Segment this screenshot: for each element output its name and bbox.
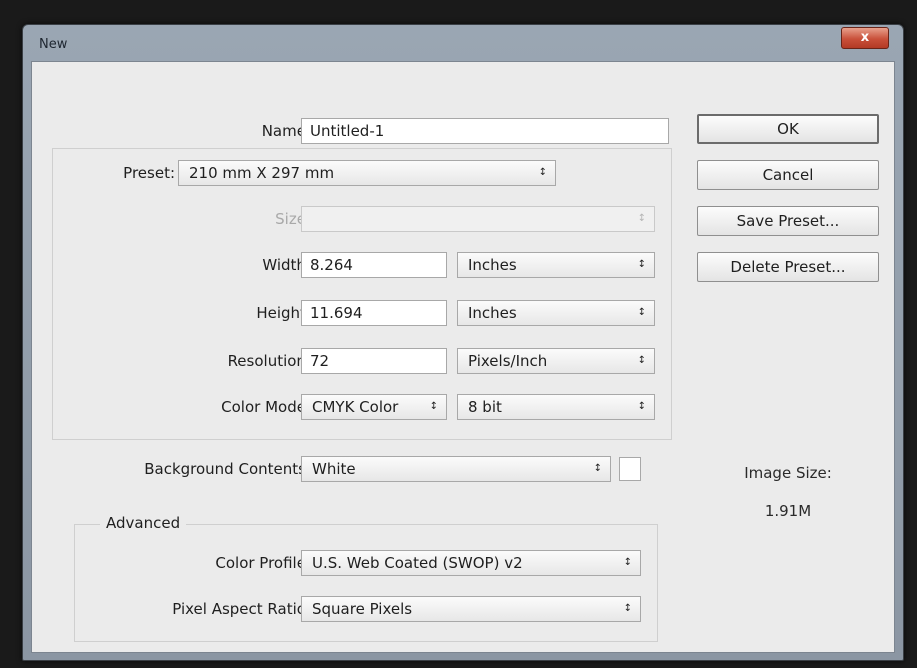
color-profile-value: U.S. Web Coated (SWOP) v2 <box>312 554 523 572</box>
height-field[interactable]: 11.694 <box>301 300 447 326</box>
close-button[interactable]: x <box>841 27 889 49</box>
resolution-unit-select[interactable]: Pixels/Inch ↕ <box>457 348 655 374</box>
pixel-aspect-ratio-select[interactable]: Square Pixels ↕ <box>301 596 641 622</box>
preset-select[interactable]: 210 mm X 297 mm ↕ <box>178 160 556 186</box>
save-preset-button[interactable]: Save Preset... <box>697 206 879 236</box>
resolution-field[interactable]: 72 <box>301 348 447 374</box>
updown-arrow-icon: ↕ <box>623 557 632 568</box>
size-select: ↕ <box>301 206 655 232</box>
advanced-title: Advanced <box>100 514 187 532</box>
width-unit-select[interactable]: Inches ↕ <box>457 252 655 278</box>
background-contents-value: White <box>312 460 356 478</box>
resolution-unit-value: Pixels/Inch <box>468 352 548 370</box>
pixel-aspect-ratio-value: Square Pixels <box>312 600 413 618</box>
updown-arrow-icon: ↕ <box>637 307 646 318</box>
pixel-aspect-ratio-label: Pixel Aspect Ratio: <box>172 600 311 618</box>
updown-arrow-icon: ↕ <box>623 603 632 614</box>
new-document-dialog: New x Name: Untitled-1 Preset: 210 mm X … <box>22 24 904 661</box>
resolution-label: Resolution: <box>227 352 311 370</box>
updown-arrow-icon: ↕ <box>637 259 646 270</box>
color-mode-value: CMYK Color <box>312 398 399 416</box>
height-unit-select[interactable]: Inches ↕ <box>457 300 655 326</box>
height-unit-value: Inches <box>468 304 517 322</box>
background-contents-select[interactable]: White ↕ <box>301 456 611 482</box>
updown-arrow-icon: ↕ <box>429 401 438 412</box>
updown-arrow-icon: ↕ <box>538 167 547 178</box>
title-bar[interactable]: New x <box>23 25 903 61</box>
bit-depth-select[interactable]: 8 bit ↕ <box>457 394 655 420</box>
updown-arrow-icon: ↕ <box>637 213 646 224</box>
color-mode-label: Color Mode: <box>221 398 311 416</box>
image-size-value: 1.91M <box>764 502 812 520</box>
updown-arrow-icon: ↕ <box>593 463 602 474</box>
ok-button[interactable]: OK <box>697 114 879 144</box>
cancel-button[interactable]: Cancel <box>697 160 879 190</box>
advanced-group <box>74 524 658 642</box>
width-unit-value: Inches <box>468 256 517 274</box>
delete-preset-button[interactable]: Delete Preset... <box>697 252 879 282</box>
background-contents-label: Background Contents: <box>144 460 311 478</box>
dialog-body: Name: Untitled-1 Preset: 210 mm X 297 mm… <box>31 61 895 653</box>
updown-arrow-icon: ↕ <box>637 355 646 366</box>
bit-depth-value: 8 bit <box>468 398 502 416</box>
preset-label: Preset: <box>121 164 177 182</box>
color-profile-label: Color Profile: <box>215 554 311 572</box>
dialog-title: New <box>39 37 68 52</box>
color-profile-select[interactable]: U.S. Web Coated (SWOP) v2 ↕ <box>301 550 641 576</box>
name-field[interactable]: Untitled-1 <box>301 118 669 144</box>
preset-value: 210 mm X 297 mm <box>189 164 335 182</box>
image-size-label: Image Size: <box>744 464 832 482</box>
background-color-swatch[interactable] <box>619 457 641 481</box>
color-mode-select[interactable]: CMYK Color ↕ <box>301 394 447 420</box>
updown-arrow-icon: ↕ <box>637 401 646 412</box>
width-field[interactable]: 8.264 <box>301 252 447 278</box>
close-icon: x <box>860 30 870 45</box>
